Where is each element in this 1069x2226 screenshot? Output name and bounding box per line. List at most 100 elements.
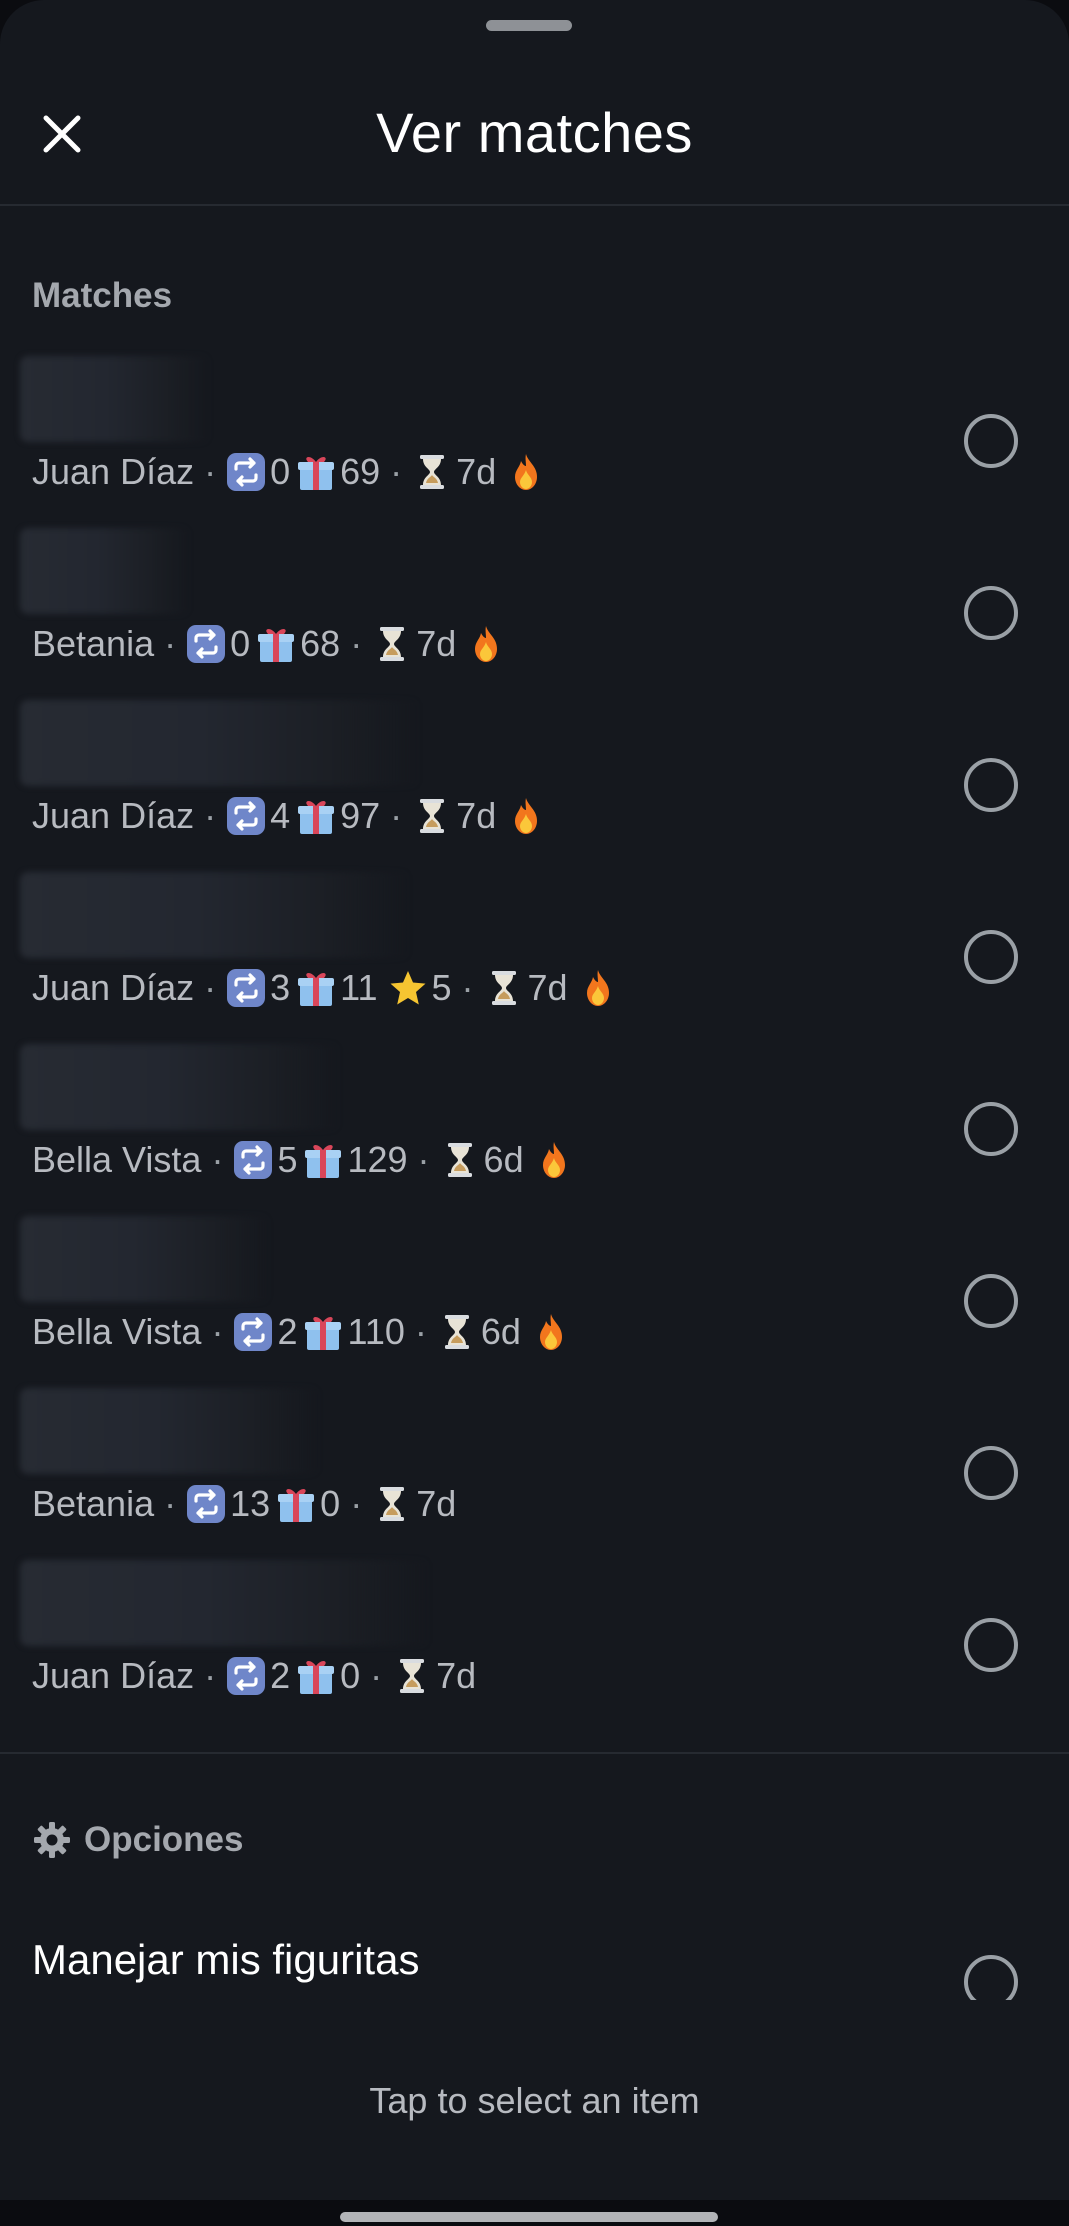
- fire-icon: [515, 454, 538, 490]
- hourglass-icon: [420, 799, 445, 833]
- match-meta: Bella Vista · 2 110 · 6d: [32, 1302, 575, 1362]
- separator: ·: [204, 451, 217, 492]
- option-radio-clip: [960, 1955, 1020, 2001]
- select-hint: Tap to select an item: [369, 2080, 700, 2121]
- swap-count: 13: [230, 1483, 271, 1524]
- fire-icon: [542, 1142, 565, 1178]
- redacted-name: [20, 528, 190, 614]
- match-location: Betania: [32, 1483, 155, 1524]
- separator: ·: [211, 1139, 224, 1180]
- swap-count: 2: [277, 1311, 298, 1352]
- swap-count: 2: [270, 1655, 291, 1696]
- repeat-icon: [234, 1141, 273, 1179]
- hourglass-icon: [491, 971, 516, 1005]
- time-remaining: 7d: [527, 967, 568, 1008]
- redacted-name: [20, 356, 210, 442]
- gift-icon: [298, 801, 335, 834]
- match-row[interactable]: Juan Díaz · 4 97 · 7d: [0, 700, 1069, 872]
- gift-count: 11: [340, 967, 378, 1008]
- repeat-icon: [227, 453, 266, 491]
- match-row[interactable]: Bella Vista · 5 129 · 6d: [0, 1044, 1069, 1216]
- gift-icon: [298, 457, 335, 490]
- match-meta: Bella Vista · 5 129 · 6d: [32, 1130, 578, 1190]
- match-location: Bella Vista: [32, 1311, 202, 1352]
- time-remaining: 7d: [436, 1655, 477, 1696]
- hourglass-icon: [380, 1487, 405, 1521]
- fire-icon: [539, 1314, 562, 1350]
- swap-count: 0: [270, 451, 291, 492]
- match-row[interactable]: Bella Vista · 2 110 · 6d: [0, 1216, 1069, 1388]
- option-radio[interactable]: [964, 1955, 1018, 2001]
- separator: ·: [204, 967, 217, 1008]
- gear-icon: [34, 1822, 70, 1858]
- match-meta: Betania · 0 68 · 7d: [32, 614, 510, 674]
- hourglass-icon: [380, 627, 405, 661]
- repeat-icon: [234, 1313, 273, 1351]
- separator: ·: [390, 795, 403, 836]
- options-label-text: Opciones: [84, 1820, 244, 1859]
- fire-icon: [475, 626, 498, 662]
- select-radio[interactable]: [964, 1618, 1018, 1672]
- fire-icon: [586, 970, 609, 1006]
- swap-count: 0: [230, 623, 251, 664]
- time-remaining: 6d: [483, 1139, 524, 1180]
- star-count: 5: [431, 967, 452, 1008]
- select-radio[interactable]: [964, 414, 1018, 468]
- match-meta: Juan Díaz · 0 69 · 7d: [32, 442, 550, 502]
- section-label-options: Opciones: [32, 1818, 243, 1862]
- select-radio[interactable]: [964, 1446, 1018, 1500]
- match-meta: Juan Díaz · 4 97 · 7d: [32, 786, 550, 846]
- gift-count: 129: [347, 1139, 408, 1180]
- swap-count: 4: [270, 795, 291, 836]
- gift-count: 97: [340, 795, 381, 836]
- fire-icon: [515, 798, 538, 834]
- separator: ·: [350, 623, 363, 664]
- match-location: Betania: [32, 623, 155, 664]
- separator: ·: [164, 1483, 177, 1524]
- select-radio[interactable]: [964, 758, 1018, 812]
- option-label: Manejar mis figuritas: [32, 1936, 420, 1983]
- separator: ·: [461, 967, 474, 1008]
- select-radio[interactable]: [964, 1102, 1018, 1156]
- section-label-matches: Matches: [32, 276, 173, 315]
- select-radio[interactable]: [964, 586, 1018, 640]
- match-row[interactable]: Betania · 0 68 · 7d: [0, 528, 1069, 700]
- time-remaining: 7d: [416, 1483, 457, 1524]
- match-row[interactable]: Juan Díaz · 3 11 5 · 7d: [0, 872, 1069, 1044]
- match-location: Juan Díaz: [32, 795, 195, 836]
- star-icon: [390, 971, 425, 1005]
- separator: ·: [204, 795, 217, 836]
- match-location: Juan Díaz: [32, 451, 195, 492]
- page-title: Ver matches: [376, 101, 693, 164]
- hourglass-icon: [400, 1659, 425, 1693]
- match-location: Juan Díaz: [32, 1655, 195, 1696]
- repeat-icon: [227, 1657, 266, 1695]
- redacted-name: [20, 872, 410, 958]
- redacted-name: [20, 700, 420, 786]
- gift-count: 0: [340, 1655, 361, 1696]
- system-nav-handle[interactable]: [340, 2212, 718, 2222]
- drag-handle[interactable]: [486, 20, 572, 31]
- hourglass-icon: [447, 1143, 472, 1177]
- separator: ·: [350, 1483, 363, 1524]
- match-row[interactable]: Betania · 13 0 · 7d: [0, 1388, 1069, 1560]
- hourglass-icon: [444, 1315, 469, 1349]
- gift-count: 68: [300, 623, 341, 664]
- gift-count: 110: [347, 1311, 405, 1352]
- separator: ·: [370, 1655, 383, 1696]
- select-radio[interactable]: [964, 1274, 1018, 1328]
- repeat-icon: [187, 625, 226, 663]
- option-manage-stickers[interactable]: Manejar mis figuritas: [0, 1890, 1069, 2000]
- match-row[interactable]: Juan Díaz · 2 0 · 7d: [0, 1560, 1069, 1732]
- gift-icon: [298, 973, 335, 1006]
- section-divider: [0, 1752, 1069, 1754]
- match-meta: Juan Díaz · 3 11 5 · 7d: [32, 958, 622, 1018]
- swap-count: 3: [270, 967, 291, 1008]
- select-radio[interactable]: [964, 930, 1018, 984]
- time-remaining: 7d: [416, 623, 457, 664]
- match-location: Bella Vista: [32, 1139, 202, 1180]
- separator: ·: [211, 1311, 224, 1352]
- bottom-sheet: Ver matches Matches Juan Díaz · 0 69 · 7d Beta…: [0, 0, 1069, 2200]
- hourglass-icon: [420, 455, 445, 489]
- match-row[interactable]: Juan Díaz · 0 69 · 7d: [0, 356, 1069, 528]
